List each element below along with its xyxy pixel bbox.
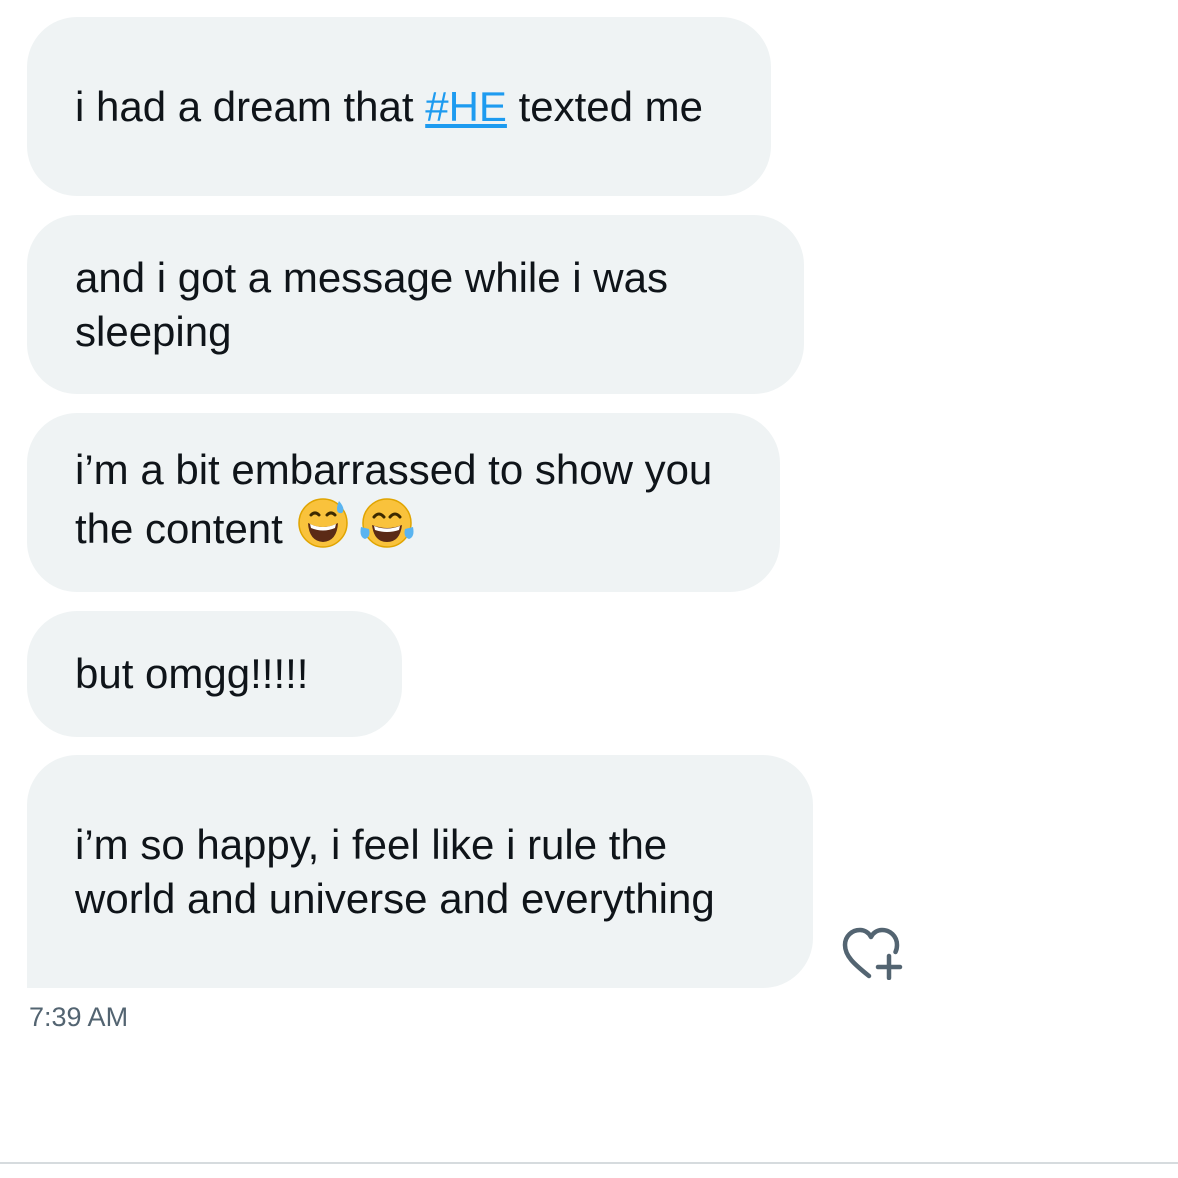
message-bubble-5[interactable]: i’m so happy, i feel like i rule the wor… bbox=[27, 755, 813, 988]
message-bubble-2[interactable]: and i got a message while i was sleeping bbox=[27, 215, 804, 394]
message-bubble-3[interactable]: i’m a bit embarrassed to show you the co… bbox=[27, 413, 780, 592]
face-with-tears-of-joy-icon bbox=[357, 497, 417, 562]
message-text: but omgg!!!!! bbox=[75, 650, 309, 697]
divider bbox=[0, 1162, 1178, 1164]
message-timestamp: 7:39 AM bbox=[29, 1002, 129, 1032]
add-reaction-button[interactable] bbox=[842, 926, 906, 981]
message-text: i’m a bit embarrassed to show you the co… bbox=[75, 443, 732, 562]
heart-plus-icon bbox=[842, 927, 903, 981]
hashtag-link[interactable]: #HE bbox=[425, 83, 507, 130]
message-bubble-4[interactable]: but omgg!!!!! bbox=[27, 611, 402, 737]
message-bubble-1[interactable]: i had a dream that #HE texted me bbox=[27, 17, 771, 196]
message-text: and i got a message while i was sleeping bbox=[75, 253, 668, 355]
message-text: i had a dream that #HE texted me bbox=[75, 82, 704, 130]
grinning-face-with-sweat-icon bbox=[297, 497, 349, 562]
message-text: i’m so happy, i feel like i rule the wor… bbox=[75, 820, 715, 922]
